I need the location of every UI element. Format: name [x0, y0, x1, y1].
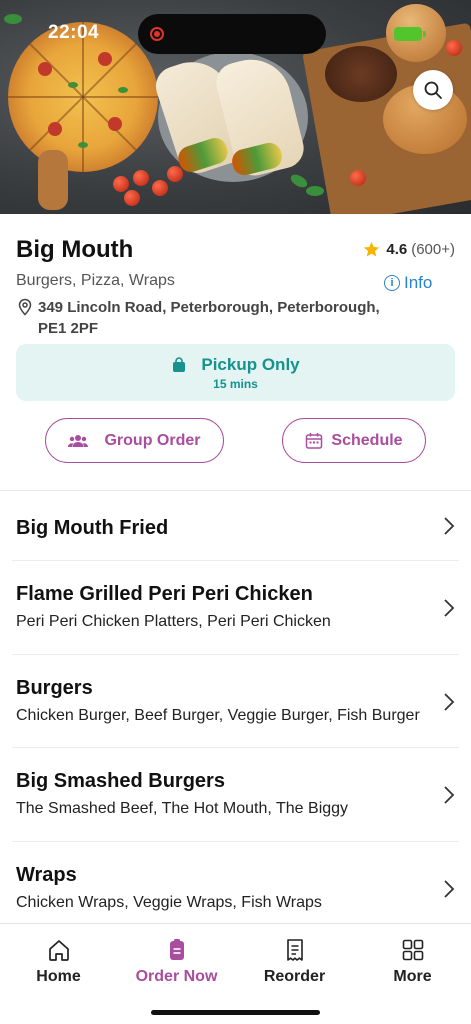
group-icon: [68, 434, 89, 447]
rating-count: (600+): [411, 241, 455, 258]
shopping-bag-icon: [173, 357, 186, 372]
category-item[interactable]: Burgers Chicken Burger, Beef Burger, Veg…: [12, 655, 459, 748]
category-items: Chicken Burger, Beef Burger, Veggie Burg…: [16, 707, 420, 724]
calendar-icon: [306, 432, 323, 449]
battery-icon: [394, 27, 426, 41]
info-label: Info: [404, 273, 433, 292]
category-name: Flame Grilled Peri Peri Chicken: [16, 583, 313, 605]
category-name: Wraps: [16, 864, 77, 886]
location-pin-icon: [18, 298, 32, 316]
home-indicator: [151, 1010, 320, 1015]
chevron-right-icon: [444, 517, 455, 535]
home-icon: [48, 940, 69, 961]
burger-patty: [325, 46, 397, 102]
group-order-label: Group Order: [104, 431, 201, 449]
category-item[interactable]: Big Smashed Burgers The Smashed Beef, Th…: [12, 748, 459, 842]
info-link[interactable]: i Info: [384, 273, 432, 293]
rating-value: 4.6: [386, 241, 408, 258]
schedule-button[interactable]: Schedule: [282, 418, 426, 463]
rating: 4.6 (600+): [363, 241, 455, 258]
address: 349 Lincoln Road, Peterborough, Peterbor…: [16, 297, 396, 339]
search-button[interactable]: [413, 70, 453, 110]
address-text: 349 Lincoln Road, Peterborough, Peterbor…: [38, 299, 380, 337]
tab-order-now[interactable]: Order Now: [118, 938, 235, 986]
star-icon: [364, 241, 380, 257]
category-items: Chicken Wraps, Veggie Wraps, Fish Wraps: [16, 894, 322, 911]
tab-label: Reorder: [263, 968, 326, 985]
wooden-board: [38, 150, 68, 210]
chevron-right-icon: [444, 880, 455, 898]
pickup-time: 15 mins: [213, 377, 258, 391]
tab-label: Order Now: [135, 968, 218, 985]
chevron-right-icon: [444, 786, 455, 804]
search-icon: [424, 81, 442, 99]
grid-icon: [402, 939, 423, 961]
receipt-icon: [286, 939, 303, 961]
tab-label: More: [393, 968, 432, 985]
category-name: Big Smashed Burgers: [16, 770, 225, 792]
category-item[interactable]: Flame Grilled Peri Peri Chicken Peri Per…: [12, 561, 459, 655]
pickup-banner: Pickup Only 15 mins: [16, 344, 455, 401]
order-icon: [169, 939, 184, 960]
category-items: The Smashed Beef, The Hot Mouth, The Big…: [16, 800, 349, 817]
category-items: Peri Peri Chicken Platters, Peri Peri Ch…: [16, 613, 331, 630]
status-time: 22:04: [48, 22, 100, 43]
group-order-button[interactable]: Group Order: [45, 418, 224, 463]
dynamic-island: [138, 14, 326, 54]
chevron-right-icon: [444, 693, 455, 711]
chevron-right-icon: [444, 599, 455, 617]
pizza-illustration: [8, 22, 158, 172]
schedule-label: Schedule: [331, 431, 403, 449]
tab-home[interactable]: Home: [0, 938, 117, 986]
tab-reorder[interactable]: Reorder: [236, 938, 353, 986]
category-item[interactable]: Wraps Chicken Wraps, Veggie Wraps, Fish …: [12, 842, 459, 924]
info-icon: i: [384, 275, 400, 291]
bottom-tab-bar: Home Order Now Reorder More: [0, 923, 471, 1024]
category-name: Burgers: [16, 677, 93, 699]
tab-label: Home: [36, 968, 81, 985]
restaurant-name: Big Mouth: [16, 236, 134, 263]
cuisine-list: Burgers, Pizza, Wraps: [16, 272, 175, 289]
tab-more[interactable]: More: [354, 938, 471, 986]
category-item[interactable]: Big Mouth Fried: [12, 491, 459, 561]
recording-icon: [150, 27, 164, 41]
hero-image: 22:04: [0, 0, 471, 214]
pickup-label: Pickup Only: [201, 355, 300, 374]
category-name: Big Mouth Fried: [16, 517, 169, 539]
